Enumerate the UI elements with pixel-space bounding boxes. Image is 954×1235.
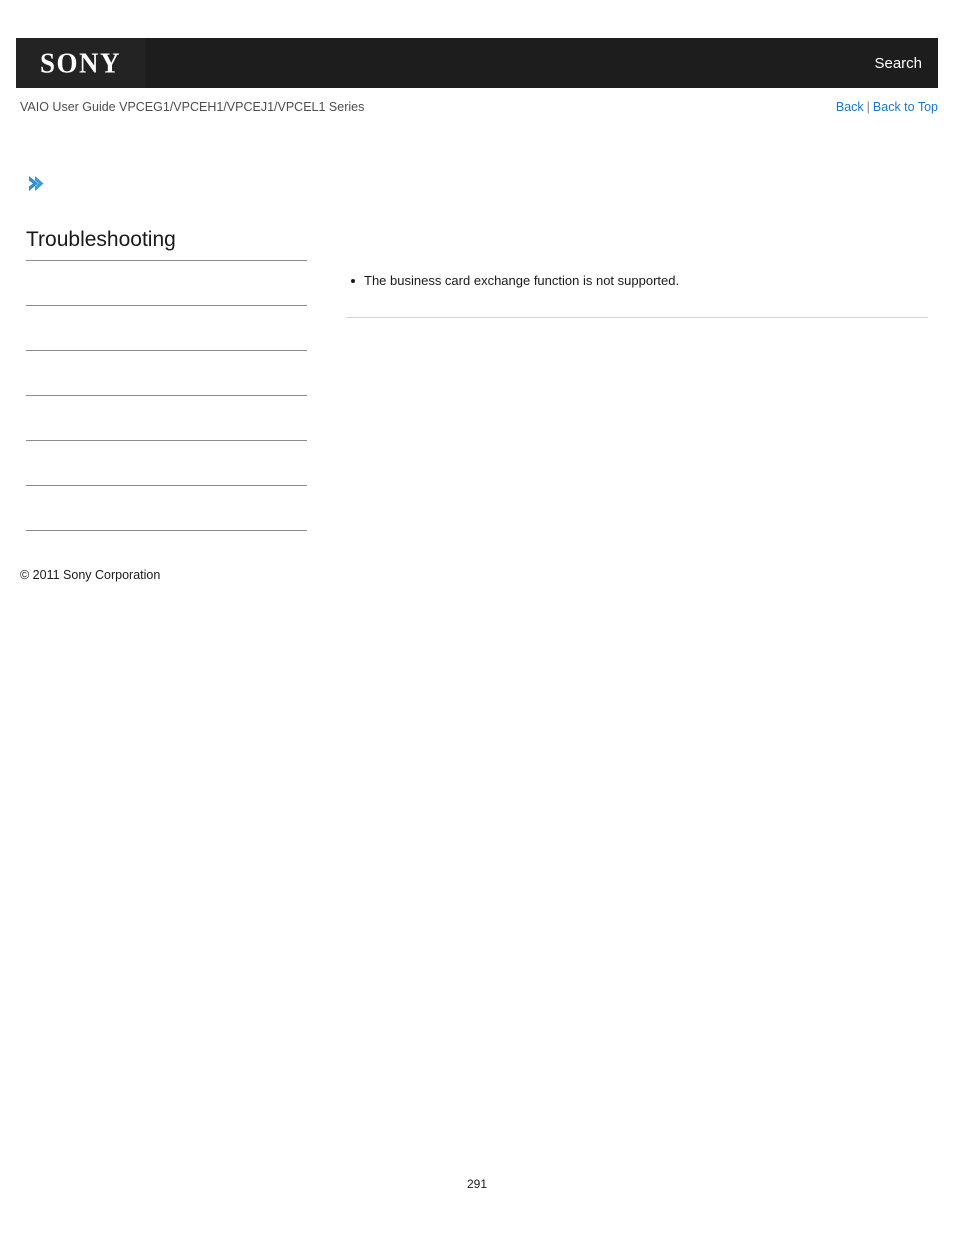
sidebar-item-4[interactable] [26,396,307,442]
content-divider [346,316,928,318]
list-item: The business card exchange function is n… [351,272,928,291]
back-to-top-link[interactable]: Back to Top [873,100,938,114]
breadcrumb [26,174,46,194]
header-nav-links: Back | Back to Top [836,100,938,114]
sidebar-item-2[interactable] [26,306,307,352]
subheader: VAIO User Guide VPCEG1/VPCEH1/VPCEJ1/VPC… [0,100,954,120]
site-header: SONY Search [16,38,938,88]
sidebar-item-1[interactable] [26,261,307,307]
copyright-notice: © 2011 Sony Corporation [20,568,161,582]
sidebar-item-6[interactable] [26,486,307,532]
sony-logo: SONY [39,46,121,79]
search-link[interactable]: Search [874,55,922,72]
nav-separator: | [866,100,870,114]
sony-logo-block[interactable]: SONY [16,38,145,88]
sidebar-item-3[interactable] [26,351,307,397]
chevron-right-icon [29,176,44,191]
content-bullet-list: The business card exchange function is n… [346,272,928,291]
back-link[interactable]: Back [836,100,864,114]
main-content: The business card exchange function is n… [346,272,928,318]
document-page: SONY Search VAIO User Guide VPCEG1/VPCEH… [0,0,954,1235]
sidebar-toc: Troubleshooting [26,228,307,532]
sidebar-item-5[interactable] [26,441,307,487]
guide-title: VAIO User Guide VPCEG1/VPCEH1/VPCEJ1/VPC… [20,100,365,114]
page-number: 291 [466,1177,488,1191]
page-title: Troubleshooting [26,228,307,262]
